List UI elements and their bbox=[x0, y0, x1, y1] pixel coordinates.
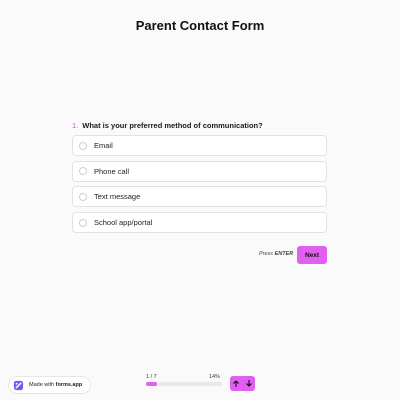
option-text-message[interactable]: Text message bbox=[72, 186, 327, 208]
previous-question-button[interactable] bbox=[230, 376, 243, 391]
progress-percent: 14% bbox=[209, 374, 221, 380]
next-button[interactable]: Next bbox=[297, 246, 327, 264]
progress-bar bbox=[146, 382, 222, 386]
made-with-prefix: Made with bbox=[29, 382, 55, 388]
option-label: School app/portal bbox=[94, 218, 153, 228]
option-label: Text message bbox=[94, 192, 141, 202]
arrow-down-icon bbox=[246, 380, 252, 387]
progress-count: 1 / 7 bbox=[146, 374, 157, 380]
next-question-button[interactable] bbox=[243, 376, 256, 391]
forms-app-logo-icon bbox=[13, 380, 24, 390]
radio-icon[interactable] bbox=[79, 192, 87, 201]
option-label: Phone call bbox=[94, 166, 130, 176]
question-label: 1. What is your preferred method of comm… bbox=[72, 121, 263, 130]
press-enter-key: ENTER bbox=[274, 251, 294, 257]
radio-icon[interactable] bbox=[79, 141, 87, 150]
press-enter-hint: Press ENTER bbox=[259, 251, 293, 257]
form-page: Parent Contact Form 1. What is your pref… bbox=[0, 0, 400, 400]
page-title: Parent Contact Form bbox=[135, 18, 265, 33]
question-nav bbox=[230, 376, 255, 391]
made-with-text: Made with forms.app bbox=[29, 382, 82, 388]
question-number: 1. bbox=[72, 121, 79, 130]
radio-icon[interactable] bbox=[79, 218, 87, 227]
option-phone-call[interactable]: Phone call bbox=[72, 160, 327, 182]
arrow-up-icon bbox=[233, 380, 239, 387]
answer-options: Email Phone call Text message School app… bbox=[72, 135, 327, 238]
progress-bar-fill bbox=[146, 382, 157, 386]
press-enter-prefix: Press bbox=[259, 251, 274, 257]
question-text: What is your preferred method of communi… bbox=[82, 121, 263, 130]
made-with-badge[interactable]: Made with forms.app bbox=[8, 376, 91, 394]
option-label: Email bbox=[94, 141, 113, 150]
made-with-brand: forms.app bbox=[55, 382, 83, 388]
option-email[interactable]: Email bbox=[72, 135, 327, 156]
radio-icon[interactable] bbox=[79, 167, 87, 176]
option-school-app-portal[interactable]: School app/portal bbox=[72, 212, 327, 234]
